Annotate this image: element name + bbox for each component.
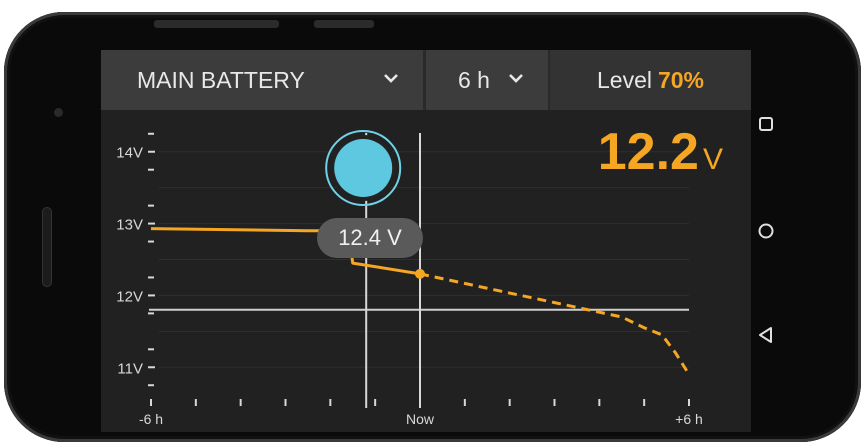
power-button [314,20,374,28]
home-icon[interactable] [757,222,775,240]
voltage-value: 12.2 [597,123,699,181]
current-point-marker [415,268,425,279]
x-tick-label: Now [406,411,435,427]
x-tick-label: -6 h [139,411,163,427]
x-tick-label: +6 h [675,411,703,427]
side-button [42,207,52,287]
cursor-drag-handle[interactable] [334,139,393,197]
y-tick-label: 11V [117,360,143,377]
y-tick-label: 13V [116,217,143,234]
volume-button [154,20,279,28]
back-icon[interactable] [758,326,774,344]
current-voltage-readout: 12.2 V [598,122,723,182]
recent-apps-icon[interactable] [758,116,774,132]
forecast-series-line [419,272,691,376]
voltage-chart[interactable]: 14V 13V 12V 11V -6 h Now +6 h [101,50,751,432]
tooltip-text: 12.4 V [338,225,402,250]
y-tick-label: 14V [116,145,143,162]
phone-frame: MAIN BATTERY 6 h Level 70% 14V 13V 12V 11V -… [4,12,861,442]
app-screen: MAIN BATTERY 6 h Level 70% 14V 13V 12V 11V -… [101,50,751,432]
voltage-unit: V [702,143,723,176]
front-camera [54,108,63,117]
y-tick-label: 12V [116,288,143,305]
cursor-tooltip: 12.4 V [317,218,423,258]
